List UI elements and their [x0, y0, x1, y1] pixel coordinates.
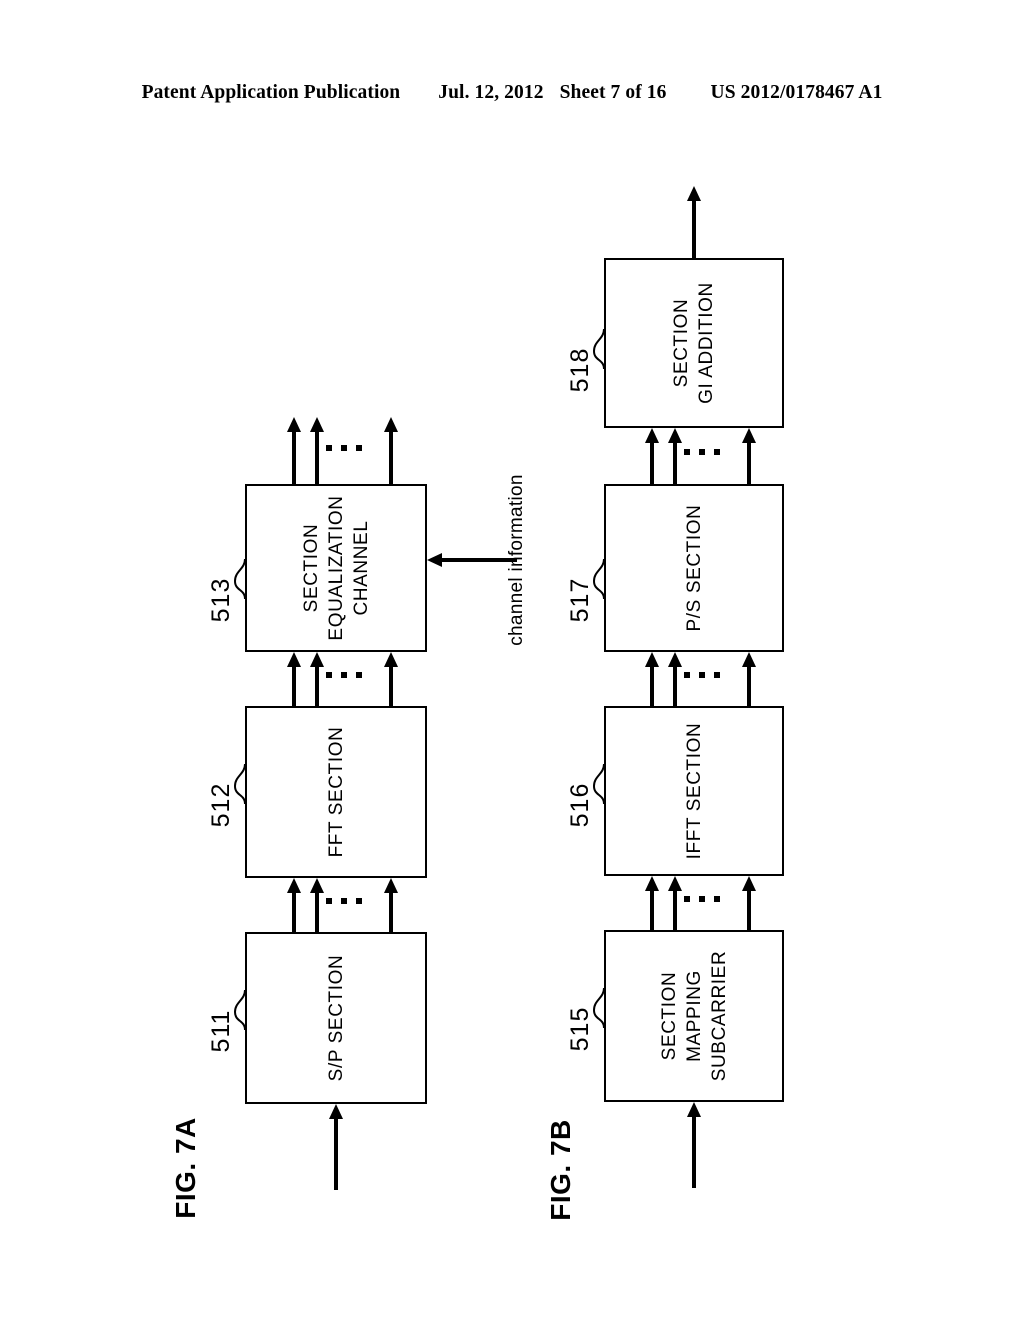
- bus-arrow: [741, 652, 757, 708]
- block-511-label-line-1: S/P SECTION: [325, 954, 347, 1082]
- refnum-511: 511: [207, 1009, 235, 1053]
- refnum-512-leader-line: [232, 763, 252, 806]
- bus-arrow: [286, 417, 302, 485]
- bus-arrow: [383, 417, 399, 485]
- refnum-512: 512: [207, 782, 235, 828]
- figure-7a-input-arrow: [328, 1104, 344, 1190]
- refnum-513: 513: [207, 577, 235, 623]
- block-517-label-line-1: P/S SECTION: [683, 504, 705, 632]
- bus-ellipsis: [326, 445, 362, 451]
- refnum-518-leader-line: [591, 328, 611, 371]
- block-512-label-line-1: FFT SECTION: [325, 726, 347, 858]
- refnum-517-leader-line: [591, 558, 611, 601]
- refnum-513-leader-line: [232, 558, 252, 601]
- refnum-516: 516: [566, 782, 594, 828]
- bus-arrow: [383, 878, 399, 934]
- figure-7a-caption: FIG. 7A: [170, 1117, 201, 1219]
- bus-arrow: [383, 652, 399, 708]
- block-513-label: CHANNEL EQUALIZATION SECTION: [296, 418, 376, 718]
- block-513-channel-equalization-section: CHANNEL EQUALIZATION SECTION: [245, 484, 427, 652]
- figure-7b-output-arrow: [686, 186, 702, 260]
- block-515-label-line-1: SUBCARRIER: [708, 950, 730, 1082]
- block-515-label-line-2: MAPPING: [683, 970, 705, 1062]
- channel-information-label: channel information: [506, 474, 527, 646]
- refnum-515-leader-line: [591, 987, 611, 1030]
- refnum-516-leader-line: [591, 763, 611, 806]
- block-511-sp-section: S/P SECTION: [245, 932, 427, 1104]
- refnum-515: 515: [566, 1006, 594, 1052]
- refnum-518: 518: [566, 347, 594, 393]
- block-515-label-line-3: SECTION: [658, 971, 680, 1061]
- block-513-label-line-3: SECTION: [300, 523, 322, 613]
- block-518-gi-addition-section: GI ADDITION SECTION: [604, 258, 784, 428]
- refnum-511-leader-line: [232, 989, 252, 1032]
- block-518-label-line-2: SECTION: [671, 298, 692, 388]
- block-517-ps-section: P/S SECTION: [604, 484, 784, 652]
- figure-7b-caption: FIG. 7B: [545, 1119, 576, 1221]
- block-512-fft-section: FFT SECTION: [245, 706, 427, 878]
- bus-arrow: [741, 876, 757, 932]
- block-513-label-line-1: CHANNEL: [350, 520, 372, 616]
- figure-canvas: FIG. 7A S/P SECTION 511 FFT SECTION 512 …: [0, 0, 1024, 1320]
- bus-arrow: [741, 428, 757, 486]
- block-518-label-line-1: GI ADDITION: [696, 282, 717, 404]
- bus-arrow: [309, 417, 325, 485]
- block-515-subcarrier-mapping-section: SUBCARRIER MAPPING SECTION: [604, 930, 784, 1102]
- block-516-label-line-1: IFFT SECTION: [683, 722, 705, 860]
- block-513-label-line-2: EQUALIZATION: [325, 495, 347, 641]
- figure-7b-input-arrow: [686, 1102, 702, 1188]
- block-516-ifft-section: IFFT SECTION: [604, 706, 784, 876]
- refnum-517: 517: [566, 577, 594, 623]
